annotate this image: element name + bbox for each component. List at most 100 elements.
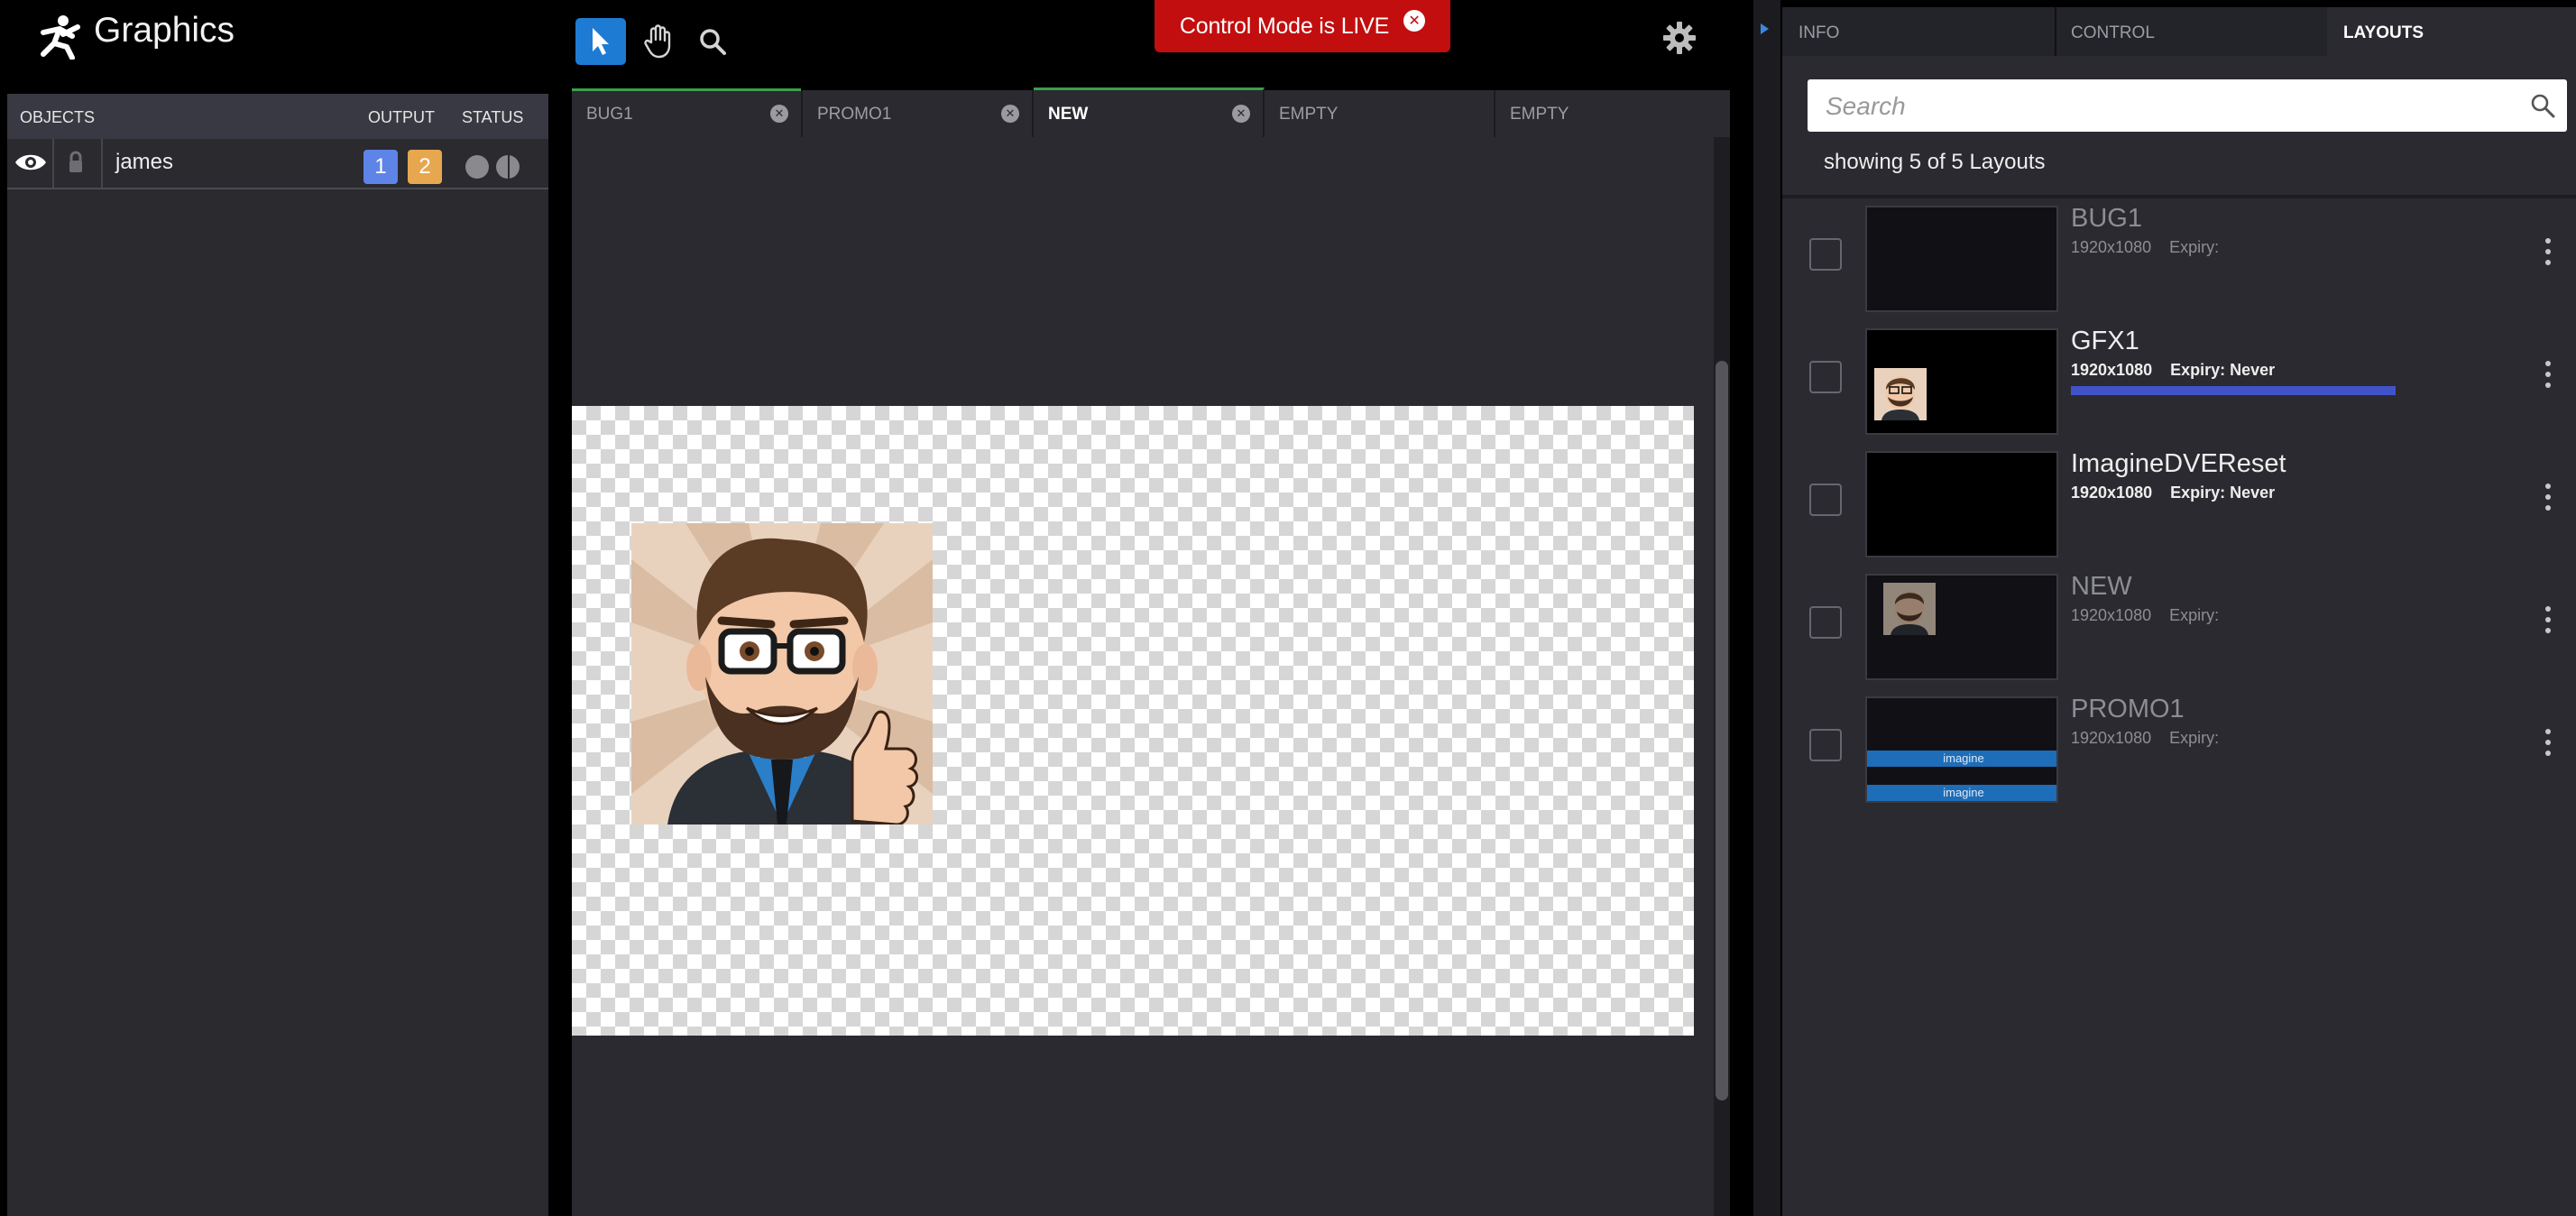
layout-item-bug1[interactable]: BUG1 1920x1080 Expiry: bbox=[1782, 198, 2576, 319]
panel-collapse-strip[interactable] bbox=[1753, 0, 1780, 1216]
status-half-dot-icon bbox=[496, 155, 520, 179]
tab-promo1[interactable]: PROMO1 ✕ bbox=[803, 90, 1034, 137]
layout-checkbox[interactable] bbox=[1809, 238, 1842, 271]
magnifier-zoom-icon bbox=[700, 29, 726, 55]
output-2-badge[interactable]: 2 bbox=[408, 150, 442, 184]
tab-label: EMPTY bbox=[1510, 105, 1569, 124]
tab-empty[interactable]: EMPTY bbox=[1265, 90, 1495, 137]
gear-icon[interactable] bbox=[1658, 16, 1701, 60]
hand-pan-icon bbox=[644, 24, 671, 59]
app-logo-icon bbox=[41, 15, 80, 60]
showing-count-text: showing 5 of 5 Layouts bbox=[1824, 150, 2046, 174]
close-icon[interactable]: ✕ bbox=[770, 105, 788, 123]
lock-icon[interactable] bbox=[58, 148, 94, 177]
more-options-icon[interactable] bbox=[2544, 484, 2553, 516]
layout-progress-bar bbox=[2071, 386, 2396, 395]
tab-label: INFO bbox=[1799, 23, 1840, 42]
layout-name: BUG1 bbox=[2071, 204, 2142, 233]
layout-item-new[interactable]: NEW 1920x1080 Expiry: bbox=[1782, 567, 2576, 687]
objects-header: OBJECTS OUTPUT STATUS bbox=[7, 94, 548, 139]
tab-info[interactable]: INFO bbox=[1782, 7, 2056, 56]
right-panel-tabs: INFO CONTROL LAYOUTS bbox=[1782, 7, 2576, 56]
object-name[interactable]: james bbox=[115, 150, 173, 175]
select-tool-button[interactable] bbox=[575, 18, 626, 65]
tab-label: PROMO1 bbox=[817, 105, 892, 124]
layout-expiry: Expiry: bbox=[2169, 238, 2220, 256]
layout-name: GFX1 bbox=[2071, 327, 2139, 355]
visibility-eye-icon[interactable] bbox=[13, 148, 49, 177]
tab-new[interactable]: NEW ✕ bbox=[1034, 88, 1265, 137]
close-icon[interactable]: ✕ bbox=[1403, 10, 1426, 32]
objects-panel: OBJECTS OUTPUT STATUS james 1 2 bbox=[7, 94, 548, 1216]
more-options-icon[interactable] bbox=[2544, 238, 2553, 271]
layout-tabs: BUG1 ✕ PROMO1 ✕ NEW ✕ EMPTY EMPTY bbox=[572, 88, 1730, 137]
tab-bug1[interactable]: BUG1 ✕ bbox=[572, 90, 803, 137]
layout-checkbox[interactable] bbox=[1809, 361, 1842, 393]
layout-meta: 1920x1080 Expiry: Never bbox=[2071, 361, 2275, 380]
pan-tool-button[interactable] bbox=[633, 18, 684, 65]
live-banner-text: Control Mode is LIVE bbox=[1179, 13, 1390, 39]
more-options-icon[interactable] bbox=[2544, 606, 2553, 639]
output-1-badge[interactable]: 1 bbox=[363, 150, 398, 184]
close-icon[interactable]: ✕ bbox=[1001, 105, 1019, 123]
tab-label: EMPTY bbox=[1279, 105, 1339, 124]
layout-thumbnail: imagine imagine bbox=[1865, 696, 2058, 803]
search-icon[interactable] bbox=[2529, 92, 2556, 119]
layout-name: ImagineDVEReset bbox=[2071, 449, 2286, 478]
objects-header-label: OBJECTS bbox=[20, 108, 96, 126]
select-arrow-icon bbox=[593, 28, 609, 55]
status-header-label: STATUS bbox=[462, 108, 524, 126]
layout-meta: 1920x1080 Expiry: bbox=[2071, 729, 2219, 748]
layout-thumbnail bbox=[1865, 574, 2058, 680]
promo-bar: imagine bbox=[1867, 751, 2056, 767]
layout-checkbox[interactable] bbox=[1809, 484, 1842, 516]
control-mode-live-banner: Control Mode is LIVE ✕ bbox=[1155, 0, 1450, 52]
layout-checkbox[interactable] bbox=[1809, 606, 1842, 639]
layout-expiry: Expiry: bbox=[2169, 606, 2220, 624]
layout-meta: 1920x1080 Expiry: bbox=[2071, 606, 2219, 625]
scrollbar-thumb[interactable] bbox=[1716, 361, 1728, 1101]
layout-item-imaginedvereset[interactable]: ImagineDVEReset 1920x1080 Expiry: Never bbox=[1782, 444, 2576, 565]
layout-expiry: Expiry: Never bbox=[2170, 484, 2276, 502]
layout-expiry: Expiry: Never bbox=[2170, 361, 2276, 379]
row-divider bbox=[101, 139, 103, 188]
avatar-thumb-icon bbox=[1874, 368, 1927, 420]
layout-resolution: 1920x1080 bbox=[2071, 606, 2152, 624]
tab-empty[interactable]: EMPTY bbox=[1495, 90, 1730, 137]
search-input[interactable] bbox=[1824, 88, 2513, 124]
layout-checkbox[interactable] bbox=[1809, 729, 1842, 761]
more-options-icon[interactable] bbox=[2544, 361, 2553, 393]
active-tab-indicator bbox=[572, 88, 801, 91]
layout-item-gfx1[interactable]: GFX1 1920x1080 Expiry: Never bbox=[1782, 321, 2576, 442]
search-box bbox=[1808, 79, 2567, 132]
tab-label: NEW bbox=[1048, 105, 1089, 124]
tab-label: CONTROL bbox=[2071, 23, 2155, 42]
tab-label: BUG1 bbox=[586, 105, 633, 124]
output-header-label: OUTPUT bbox=[368, 108, 435, 126]
layout-item-promo1[interactable]: imagine imagine PROMO1 1920x1080 Expiry: bbox=[1782, 689, 2576, 810]
status-dot-icon bbox=[465, 155, 489, 179]
expand-arrow-icon[interactable] bbox=[1761, 23, 1769, 34]
layout-meta: 1920x1080 Expiry: Never bbox=[2071, 484, 2275, 502]
object-row[interactable]: james 1 2 bbox=[7, 139, 548, 189]
layout-resolution: 1920x1080 bbox=[2071, 361, 2153, 379]
layout-thumbnail bbox=[1865, 206, 2058, 312]
james-avatar-image[interactable] bbox=[631, 523, 933, 824]
close-icon[interactable]: ✕ bbox=[1232, 105, 1250, 123]
layout-expiry: Expiry: bbox=[2169, 729, 2220, 747]
layout-thumbnail bbox=[1865, 451, 2058, 557]
tab-control[interactable]: CONTROL bbox=[2055, 7, 2329, 56]
row-divider bbox=[52, 139, 54, 188]
layout-meta: 1920x1080 Expiry: bbox=[2071, 238, 2219, 257]
layout-resolution: 1920x1080 bbox=[2071, 238, 2152, 256]
app-title: Graphics bbox=[94, 11, 235, 50]
zoom-tool-button[interactable] bbox=[687, 18, 738, 65]
layout-resolution: 1920x1080 bbox=[2071, 729, 2152, 747]
layout-resolution: 1920x1080 bbox=[2071, 484, 2153, 502]
layout-thumbnail bbox=[1865, 328, 2058, 435]
promo-bar: imagine bbox=[1867, 785, 2056, 801]
more-options-icon[interactable] bbox=[2544, 729, 2553, 761]
layout-name: PROMO1 bbox=[2071, 695, 2185, 723]
layout-name: NEW bbox=[2071, 572, 2132, 601]
tab-layouts[interactable]: LAYOUTS bbox=[2327, 7, 2576, 56]
